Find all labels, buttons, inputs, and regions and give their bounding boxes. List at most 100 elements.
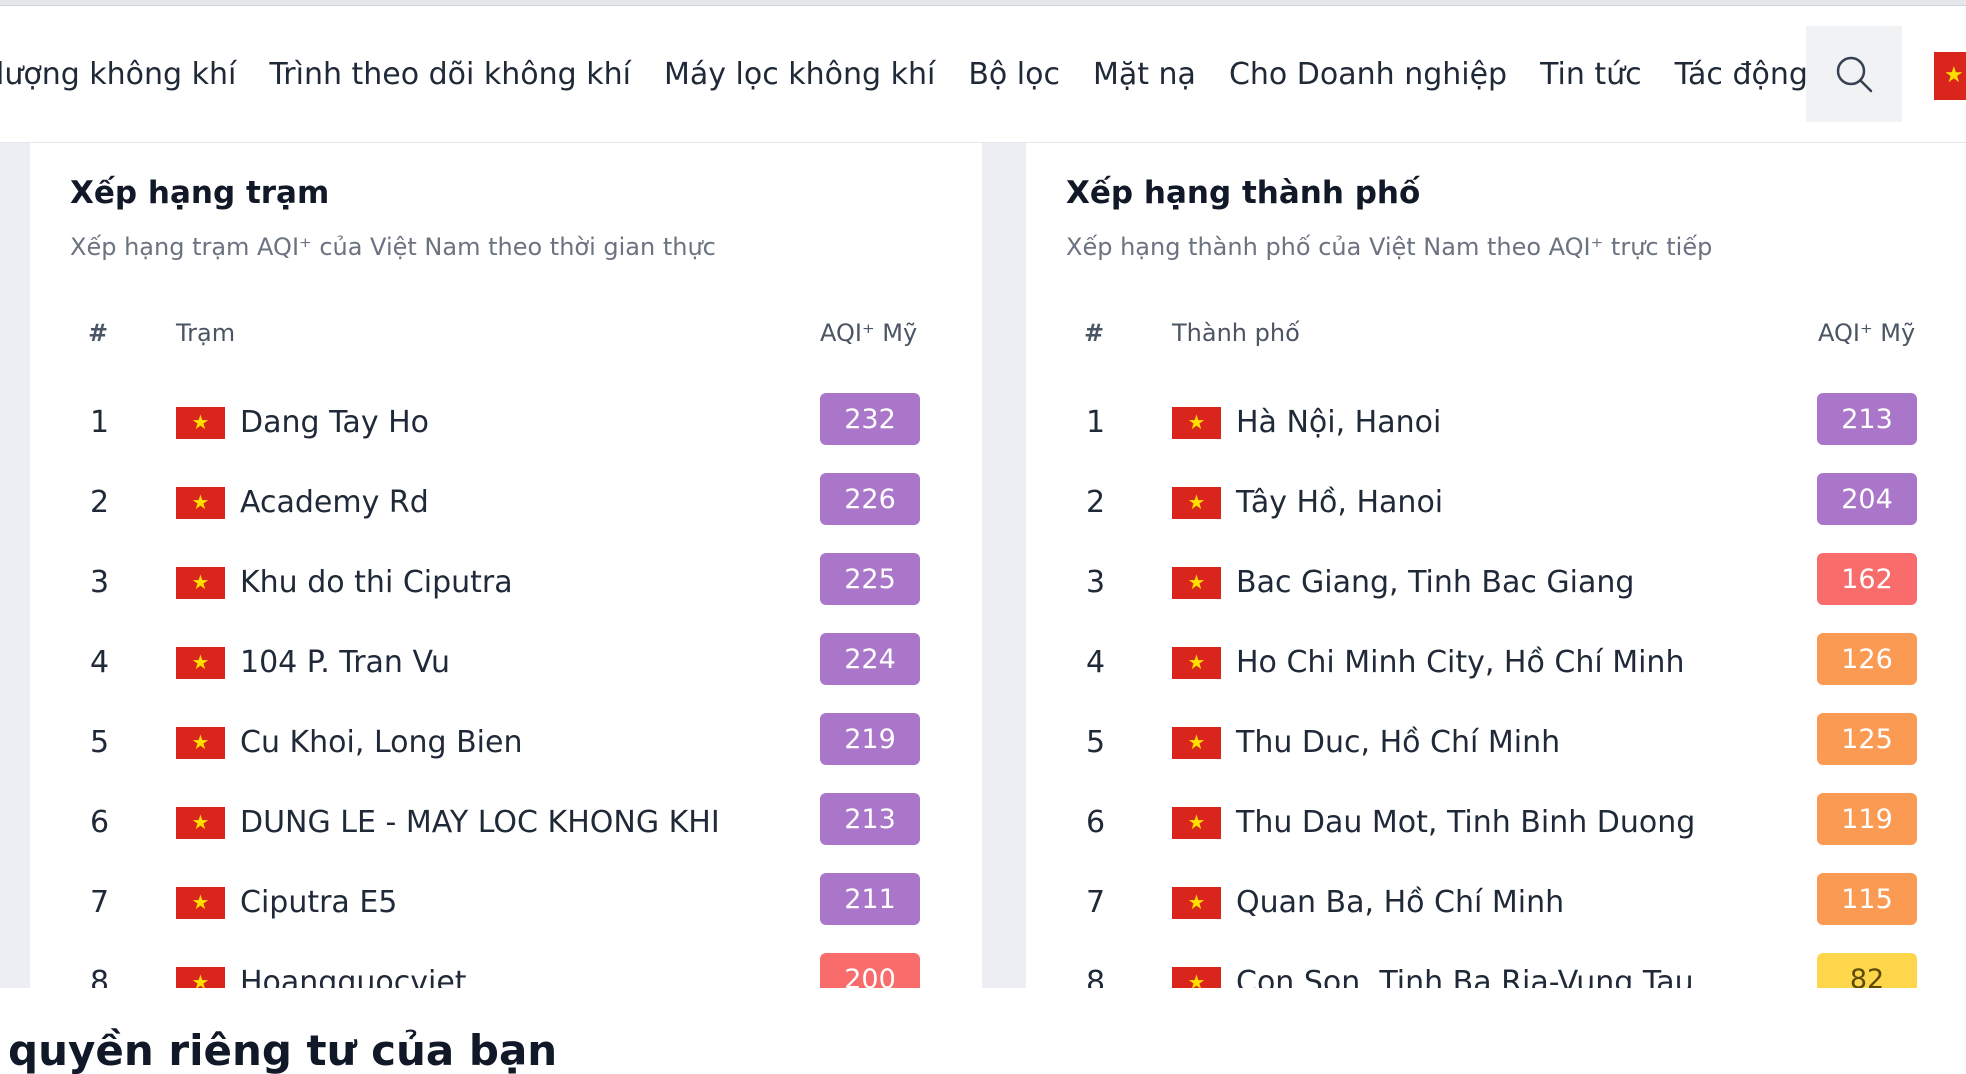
station-name-link[interactable]: DUNG LE - MAY LOC KHONG KHI [240, 805, 720, 840]
aqi-badge: 162 [1817, 553, 1917, 605]
aqi-badge: 126 [1817, 633, 1917, 685]
city-row[interactable]: 1 ★ Hà Nội, Hanoi 213 [1026, 385, 1966, 465]
rank-number: 4 [1086, 645, 1106, 680]
nav-item-air-monitors[interactable]: Trình theo dõi không khí [269, 57, 631, 92]
rank-number: 5 [90, 725, 110, 760]
vietnam-flag-icon: ★ [1172, 647, 1221, 679]
vietnam-flag-icon: ★ [176, 567, 225, 599]
nav-item-impact[interactable]: Tác động [1675, 57, 1808, 92]
aqi-badge: 225 [820, 553, 920, 605]
aqi-column-header: AQI⁺ Mỹ [820, 319, 918, 347]
station-ranking-subtitle: Xếp hạng trạm AQI⁺ của Việt Nam theo thờ… [70, 233, 716, 261]
city-name-link[interactable]: Con Son, Tinh Ba Ria-Vung Tau [1236, 965, 1694, 988]
station-name-link[interactable]: Dang Tay Ho [240, 405, 429, 440]
table-header: # Thành phố AQI⁺ Mỹ [1026, 313, 1966, 353]
rank-number: 1 [1086, 405, 1106, 440]
station-name-link[interactable]: 104 P. Tran Vu [240, 645, 450, 680]
aqi-badge: 224 [820, 633, 920, 685]
rank-number: 4 [90, 645, 110, 680]
city-row[interactable]: 2 ★ Tây Hồ, Hanoi 204 [1026, 465, 1966, 545]
privacy-heading: quyền riêng tư của bạn [8, 1026, 558, 1074]
nav-item-masks[interactable]: Mặt nạ [1093, 57, 1196, 92]
city-name-link[interactable]: Hà Nội, Hanoi [1236, 405, 1441, 440]
aqi-badge: 119 [1817, 793, 1917, 845]
rank-number: 3 [90, 565, 110, 600]
city-ranking-card: Xếp hạng thành phố Xếp hạng thành phố củ… [1026, 143, 1966, 988]
station-row[interactable]: 1 ★ Dang Tay Ho 232 [30, 385, 982, 465]
vietnam-flag-icon: ★ [176, 807, 225, 839]
rank-number: 6 [1086, 805, 1106, 840]
station-ranking-card: Xếp hạng trạm Xếp hạng trạm AQI⁺ của Việ… [30, 143, 982, 988]
rank-number: 5 [1086, 725, 1106, 760]
nav-item-business[interactable]: Cho Doanh nghiệp [1229, 57, 1507, 92]
nav-item-air-quality[interactable]: lượng không khí [0, 57, 236, 92]
aqi-badge: 200 [820, 953, 920, 988]
station-row[interactable]: 7 ★ Ciputra E5 211 [30, 865, 982, 945]
city-row[interactable]: 6 ★ Thu Dau Mot, Tinh Binh Duong 119 [1026, 785, 1966, 865]
vietnam-flag-icon: ★ [176, 887, 225, 919]
vietnam-flag-icon: ★ [1172, 407, 1221, 439]
rank-number: 3 [1086, 565, 1106, 600]
station-row[interactable]: 8 ★ Hoangquocviet 200 [30, 945, 982, 988]
aqi-badge: 82 [1817, 953, 1917, 988]
rank-number: 2 [1086, 485, 1106, 520]
vietnam-flag-icon: ★ [176, 967, 225, 988]
aqi-badge: 213 [820, 793, 920, 845]
city-name-link[interactable]: Ho Chi Minh City, Hồ Chí Minh [1236, 645, 1684, 680]
vietnam-flag-icon: ★ [176, 407, 225, 439]
city-row[interactable]: 7 ★ Quan Ba, Hồ Chí Minh 115 [1026, 865, 1966, 945]
rank-number: 7 [90, 885, 110, 920]
aqi-badge: 213 [1817, 393, 1917, 445]
city-name-link[interactable]: Bac Giang, Tinh Bac Giang [1236, 565, 1634, 600]
nav-item-news[interactable]: Tin tức [1540, 57, 1642, 92]
rank-number: 2 [90, 485, 110, 520]
vietnam-flag-icon[interactable]: ★ [1934, 52, 1966, 100]
nav-item-filters[interactable]: Bộ lọc [968, 57, 1060, 92]
station-row[interactable]: 6 ★ DUNG LE - MAY LOC KHONG KHI 213 [30, 785, 982, 865]
table-header: # Trạm AQI⁺ Mỹ [30, 313, 982, 353]
rank-column-header: # [88, 319, 109, 347]
city-ranking-title: Xếp hạng thành phố [1066, 175, 1421, 211]
station-row[interactable]: 2 ★ Academy Rd 226 [30, 465, 982, 545]
city-row[interactable]: 3 ★ Bac Giang, Tinh Bac Giang 162 [1026, 545, 1966, 625]
city-ranking-subtitle: Xếp hạng thành phố của Việt Nam theo AQI… [1066, 233, 1713, 261]
vietnam-flag-icon: ★ [176, 487, 225, 519]
city-name-link[interactable]: Quan Ba, Hồ Chí Minh [1236, 885, 1564, 920]
nav-item-air-purifiers[interactable]: Máy lọc không khí [664, 57, 935, 92]
aqi-badge: 226 [820, 473, 920, 525]
vietnam-flag-icon: ★ [1172, 567, 1221, 599]
station-name-link[interactable]: Khu do thi Ciputra [240, 565, 513, 600]
station-name-link[interactable]: Cu Khoi, Long Bien [240, 725, 522, 760]
city-row[interactable]: 4 ★ Ho Chi Minh City, Hồ Chí Minh 126 [1026, 625, 1966, 705]
vietnam-flag-icon: ★ [1172, 807, 1221, 839]
rank-number: 7 [1086, 885, 1106, 920]
station-row[interactable]: 3 ★ Khu do thi Ciputra 225 [30, 545, 982, 625]
rank-number: 8 [90, 965, 110, 988]
aqi-badge: 125 [1817, 713, 1917, 765]
search-icon [1836, 56, 1873, 93]
aqi-badge: 219 [820, 713, 920, 765]
station-column-header: Trạm [176, 319, 236, 347]
aqi-badge: 115 [1817, 873, 1917, 925]
city-row[interactable]: 8 ★ Con Son, Tinh Ba Ria-Vung Tau 82 [1026, 945, 1966, 988]
vietnam-flag-icon: ★ [1172, 967, 1221, 988]
vietnam-flag-icon: ★ [1172, 727, 1221, 759]
top-navigation: lượng không khí Trình theo dõi không khí… [0, 6, 1966, 143]
rank-number: 6 [90, 805, 110, 840]
city-name-link[interactable]: Thu Duc, Hồ Chí Minh [1236, 725, 1560, 760]
city-column-header: Thành phố [1172, 319, 1300, 347]
aqi-badge: 204 [1817, 473, 1917, 525]
station-name-link[interactable]: Academy Rd [240, 485, 429, 520]
station-ranking-title: Xếp hạng trạm [70, 175, 330, 211]
city-name-link[interactable]: Tây Hồ, Hanoi [1236, 485, 1443, 520]
rank-number: 8 [1086, 965, 1106, 988]
station-row[interactable]: 4 ★ 104 P. Tran Vu 224 [30, 625, 982, 705]
search-button[interactable] [1806, 26, 1902, 122]
city-name-link[interactable]: Thu Dau Mot, Tinh Binh Duong [1236, 805, 1695, 840]
city-row[interactable]: 5 ★ Thu Duc, Hồ Chí Minh 125 [1026, 705, 1966, 785]
station-name-link[interactable]: Hoangquocviet [240, 965, 467, 988]
aqi-badge: 232 [820, 393, 920, 445]
station-row[interactable]: 5 ★ Cu Khoi, Long Bien 219 [30, 705, 982, 785]
vietnam-flag-icon: ★ [176, 727, 225, 759]
station-name-link[interactable]: Ciputra E5 [240, 885, 397, 920]
